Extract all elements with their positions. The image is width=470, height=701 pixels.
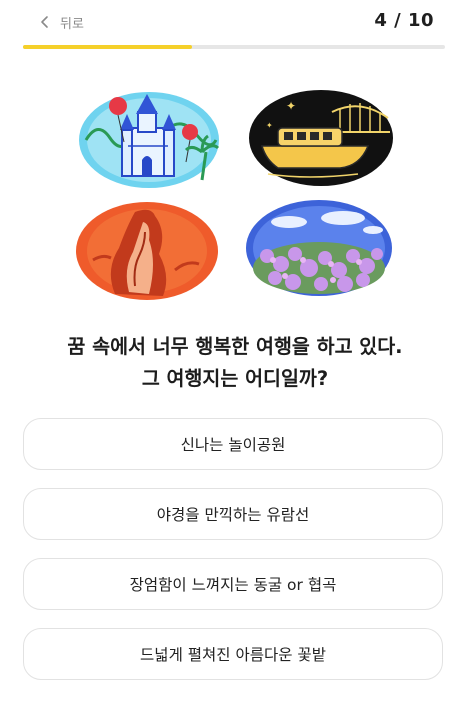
cave-canyon-illustration: [75, 200, 219, 302]
answer-option-1[interactable]: 신나는 놀이공원: [23, 418, 443, 470]
answer-option-label: 드넓게 펼쳐진 아름다운 꽃밭: [140, 646, 326, 664]
answer-option-4[interactable]: 드넓게 펼쳐진 아름다운 꽃밭: [23, 628, 443, 680]
question-line-1: 꿈 속에서 너무 행복한 여행을 하고 있다.: [67, 335, 403, 358]
top-bar: 뒤로 4 / 10: [0, 0, 470, 46]
amusement-park-illustration: [78, 90, 220, 190]
night-cruise-illustration: ✦ ✦: [248, 88, 394, 188]
chevron-left-icon: [41, 16, 48, 28]
back-button[interactable]: 뒤로: [38, 12, 84, 32]
answer-option-label: 야경을 만끽하는 유람선: [156, 506, 310, 524]
question-counter: 4 / 10: [374, 10, 434, 31]
flower-field-illustration: [245, 198, 393, 298]
question-line-2: 그 여행지는 어디일까?: [141, 367, 329, 390]
answer-option-2[interactable]: 야경을 만끽하는 유람선: [23, 488, 443, 540]
back-label: 뒤로: [60, 16, 84, 32]
answer-option-3[interactable]: 장엄함이 느껴지는 동굴 or 협곡: [23, 558, 443, 610]
answer-option-label: 신나는 놀이공원: [180, 436, 286, 454]
svg-text:✦: ✦: [286, 99, 296, 113]
answer-option-label: 장엄함이 느껴지는 동굴 or 협곡: [129, 576, 337, 594]
progress-bar-fill: [23, 45, 192, 49]
question-text: 꿈 속에서 너무 행복한 여행을 하고 있다. 그 여행지는 어디일까?: [0, 331, 470, 395]
svg-text:✦: ✦: [266, 121, 273, 130]
progress-bar: [23, 45, 445, 49]
